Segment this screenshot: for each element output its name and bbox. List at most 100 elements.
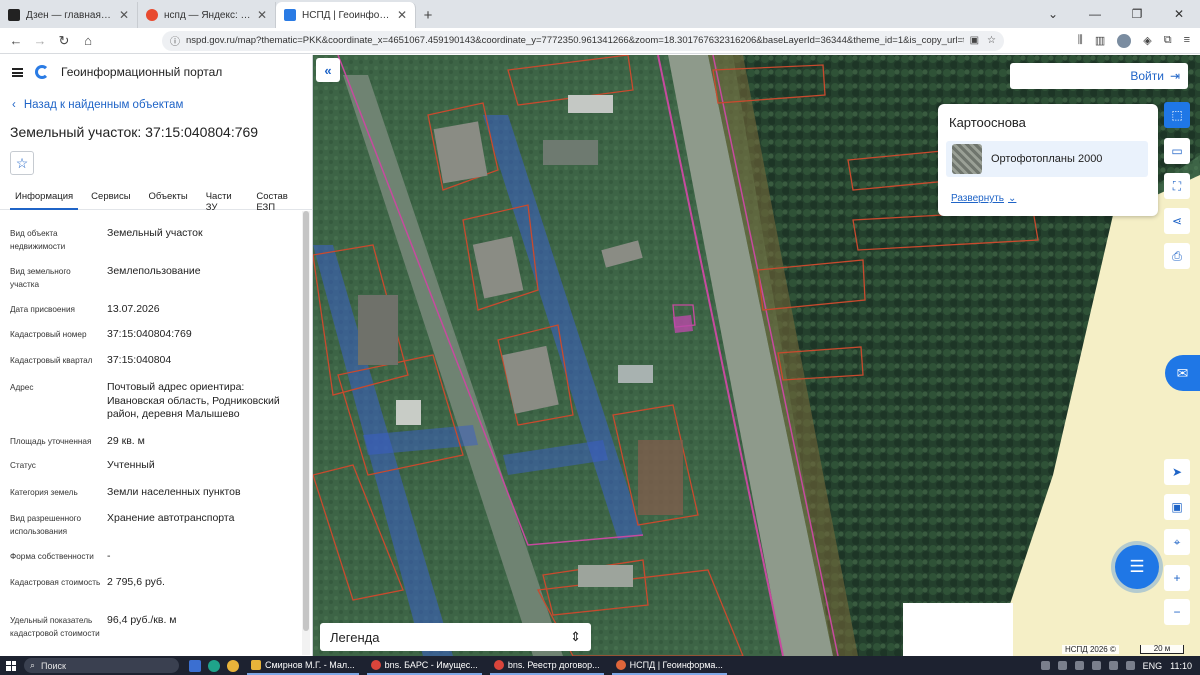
tray-app-icon[interactable] xyxy=(1057,661,1067,670)
select-tool-button[interactable]: ⬚ xyxy=(1164,102,1190,128)
sidebar-icon[interactable]: ▥ xyxy=(1095,34,1105,48)
area-select-button[interactable]: ⛶ xyxy=(1164,173,1190,199)
share-icon: ⋖ xyxy=(1171,214,1183,228)
basemap-option-orthophoto[interactable]: Ортофотопланы 2000 xyxy=(946,141,1148,177)
network-icon[interactable] xyxy=(1108,661,1118,670)
map-scalebar: 20 м xyxy=(1140,645,1184,654)
zoom-in-button[interactable]: + xyxy=(1164,565,1190,591)
back-to-results-link[interactable]: ‹ Назад к найденным объектам xyxy=(12,99,183,111)
reload-icon[interactable]: ↻ xyxy=(52,33,76,49)
select-icon: ⬚ xyxy=(1171,108,1183,122)
attribute-label: Кадастровый номер xyxy=(10,330,87,339)
legend-dropdown[interactable]: Легенда ⇕ xyxy=(320,623,591,651)
taskbar-app-bars[interactable]: bns. БАРС - Имущес... xyxy=(366,656,482,675)
pocket-icon[interactable]: ◈ xyxy=(1143,34,1151,48)
browser-tab-yandex[interactable]: нспд — Яндекс: нашлось 4 тыс ✕ xyxy=(138,2,276,28)
search-location-button[interactable]: ⌖ xyxy=(1164,529,1190,555)
maximize-icon[interactable]: ❐ xyxy=(1116,7,1158,21)
hamburger-menu-icon[interactable] xyxy=(12,67,23,77)
library-icon[interactable]: ⫼ xyxy=(1078,34,1083,48)
search-icon: ⌕ xyxy=(30,660,36,670)
attribute-value: 29 кв. м xyxy=(107,435,145,447)
tab-information[interactable]: Информация xyxy=(10,187,79,210)
basemap-thumbnail xyxy=(952,144,982,174)
share-button[interactable]: ⋖ xyxy=(1164,208,1190,234)
zoom-out-icon: − xyxy=(1173,605,1181,619)
favorite-button[interactable]: ☆ xyxy=(10,151,34,175)
attribute-label: Удельный показатель кадастровой стоимост… xyxy=(10,616,100,638)
language-indicator[interactable]: ENG xyxy=(1143,661,1163,671)
tab-ezp-composition[interactable]: Состав ЕЗП xyxy=(251,187,304,213)
taskbar-app-nspd[interactable]: НСПД | Геоинформа... xyxy=(611,656,727,675)
expand-basemaps-link[interactable]: Развернуть ⌄ xyxy=(951,193,1016,204)
site-info-icon[interactable]: ⓘ xyxy=(170,33,180,48)
home-icon[interactable]: ⌂ xyxy=(76,33,100,48)
print-button[interactable]: ⎙ xyxy=(1164,243,1190,269)
taskbar-app-word[interactable]: Смирнов М.Г. - Мал... xyxy=(247,656,359,675)
locate-button[interactable]: ➤ xyxy=(1164,459,1190,485)
attribute-value: Землепользование xyxy=(107,265,201,277)
attribute-value: 37:15:040804 xyxy=(107,354,172,366)
measure-tool-button[interactable]: ▭ xyxy=(1164,138,1190,164)
login-button[interactable]: Войти ⇥ xyxy=(1010,63,1188,89)
collapse-panel-button[interactable]: « xyxy=(316,58,340,82)
tab-parts[interactable]: Части ЗУ xyxy=(201,187,244,213)
tab-list-icon[interactable]: ⌄ xyxy=(1032,7,1074,21)
zoom-out-button[interactable]: − xyxy=(1164,599,1190,625)
attribute-value: Хранение автотранспорта xyxy=(107,512,235,524)
browser-icon xyxy=(370,659,381,670)
back-link-label: Назад к найденным объектам xyxy=(23,99,184,111)
widgets-icon[interactable] xyxy=(189,659,201,672)
browser-tab-nspd[interactable]: НСПД | Геоинформационный ✕ xyxy=(276,2,416,28)
search-location-icon: ⌖ xyxy=(1173,534,1181,549)
new-tab-button[interactable]: + xyxy=(416,2,440,28)
account-icon[interactable] xyxy=(1117,33,1132,48)
windows-logo-icon xyxy=(6,660,16,671)
url-text: nspd.gov.ru/map?thematic=PKK&coordinate_… xyxy=(186,35,964,46)
taskbar-app-registry[interactable]: bns. Реестр договор... xyxy=(489,656,604,675)
close-icon[interactable]: ✕ xyxy=(119,8,129,22)
url-input[interactable]: ⓘ nspd.gov.ru/map?thematic=PKK&coordinat… xyxy=(162,30,1004,51)
taskbar-app-label: bns. Реестр договор... xyxy=(507,659,600,670)
locate-icon: ➤ xyxy=(1171,465,1183,479)
expand-collapse-icon: ⇕ xyxy=(570,629,581,644)
chat-fab-button[interactable]: ☰ xyxy=(1115,545,1159,589)
chat-bubble-icon: ✉ xyxy=(1176,364,1189,381)
attribute-label: Вид объекта недвижимости xyxy=(10,229,66,251)
menu-icon[interactable]: ≡ xyxy=(1184,34,1190,48)
yandex-browser-icon[interactable] xyxy=(227,659,239,672)
basemap-option-label: Ортофотопланы 2000 xyxy=(991,153,1103,165)
tab-services[interactable]: Сервисы xyxy=(86,187,135,210)
clock[interactable]: 11:10 xyxy=(1170,661,1192,671)
edge-icon[interactable] xyxy=(208,659,220,672)
basemap-title: Картооснова xyxy=(949,115,1026,130)
panel-scrollbar[interactable] xyxy=(302,211,310,655)
volume-icon[interactable] xyxy=(1125,661,1135,670)
start-button[interactable] xyxy=(0,656,22,675)
selected-parcel[interactable] xyxy=(673,315,693,333)
back-arrow-icon[interactable]: ← xyxy=(4,33,28,48)
expand-label: Развернуть xyxy=(951,193,1005,204)
tray-app-icon[interactable] xyxy=(1040,661,1050,670)
tray-app-icon[interactable] xyxy=(1091,661,1101,670)
forward-arrow-icon[interactable]: → xyxy=(28,33,52,48)
tray-app-icon[interactable] xyxy=(1074,661,1084,670)
minimize-icon[interactable]: — xyxy=(1074,7,1116,21)
nspd-icon xyxy=(284,9,296,21)
dzen-icon xyxy=(8,9,20,21)
taskbar-app-label: bns. БАРС - Имущес... xyxy=(384,659,478,670)
layers-button[interactable]: ▣ xyxy=(1164,494,1190,520)
extensions-icon[interactable]: ⧉ xyxy=(1164,34,1172,48)
support-chat-tab[interactable]: ✉ xyxy=(1165,355,1200,391)
bookmark-star-icon[interactable]: ☆ xyxy=(987,35,996,46)
attribute-label: Кадастровый квартал xyxy=(10,356,93,365)
close-icon[interactable]: ✕ xyxy=(257,8,267,22)
reader-mode-icon[interactable]: ▣ xyxy=(970,35,979,46)
taskbar-search[interactable]: ⌕ Поиск xyxy=(24,658,179,673)
attribute-value: Земли населенных пунктов xyxy=(107,486,241,498)
scrollbar-thumb[interactable] xyxy=(303,211,309,631)
close-window-icon[interactable]: ✕ xyxy=(1158,7,1200,21)
close-icon[interactable]: ✕ xyxy=(397,8,407,22)
tab-objects[interactable]: Объекты xyxy=(144,187,193,210)
browser-tab-dzen[interactable]: Дзен — главная новостная ин ✕ xyxy=(0,2,138,28)
